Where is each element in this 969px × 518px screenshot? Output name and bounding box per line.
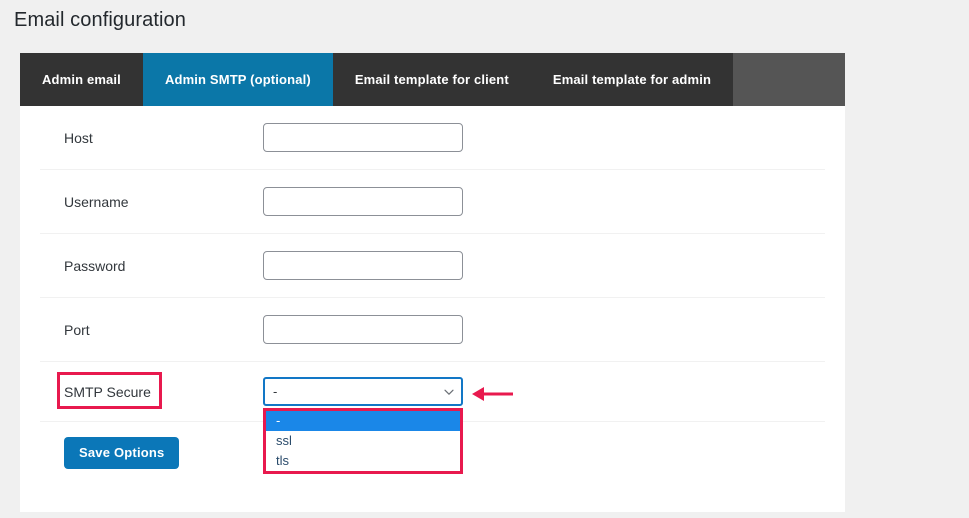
tab-label: Email template for admin (552, 72, 712, 87)
username-label: Username (64, 193, 129, 210)
form-row-smtp-secure: SMTP Secure - - ssl tls (40, 362, 825, 474)
smtp-secure-selected-value: - (273, 384, 278, 399)
tab-label: Email template for client (354, 72, 509, 87)
form-row-password: Password (40, 234, 825, 298)
smtp-secure-label: SMTP Secure (64, 383, 151, 400)
form-row-host: Host (40, 106, 825, 170)
smtp-secure-select[interactable]: - (263, 377, 463, 406)
password-label: Password (64, 257, 126, 274)
tab-admin-smtp-optional[interactable]: Admin SMTP (optional) (142, 53, 333, 106)
host-label: Host (64, 129, 93, 146)
smtp-settings-form: Host Username Password Port SMTP Secure … (20, 106, 845, 484)
option-tls[interactable]: tls (266, 451, 460, 471)
smtp-secure-options-list[interactable]: - ssl tls (263, 408, 463, 474)
option-ssl[interactable]: ssl (266, 431, 460, 451)
host-input[interactable] (263, 123, 463, 152)
tab-strip: Admin email Admin SMTP (optional) Email … (20, 53, 845, 106)
tab-admin-email[interactable]: Admin email (20, 53, 143, 106)
tab-email-template-for-admin[interactable]: Email template for admin (530, 53, 734, 106)
option-dash[interactable]: - (266, 411, 460, 431)
save-options-button[interactable]: Save Options (64, 437, 180, 469)
password-input[interactable] (263, 251, 463, 280)
email-configuration-card: Admin email Admin SMTP (optional) Email … (20, 53, 845, 512)
tab-label: Admin SMTP (optional) (164, 72, 311, 87)
port-label: Port (64, 321, 90, 338)
port-input[interactable] (263, 315, 463, 344)
tab-label: Admin email (42, 72, 121, 87)
smtp-secure-select-wrap: - - ssl tls (263, 377, 463, 474)
form-row-port: Port (40, 298, 825, 362)
form-row-username: Username (40, 170, 825, 234)
page-title: Email configuration (14, 9, 186, 31)
username-input[interactable] (263, 187, 463, 216)
tab-email-template-for-client[interactable]: Email template for client (332, 53, 531, 106)
chevron-down-icon (444, 389, 454, 395)
